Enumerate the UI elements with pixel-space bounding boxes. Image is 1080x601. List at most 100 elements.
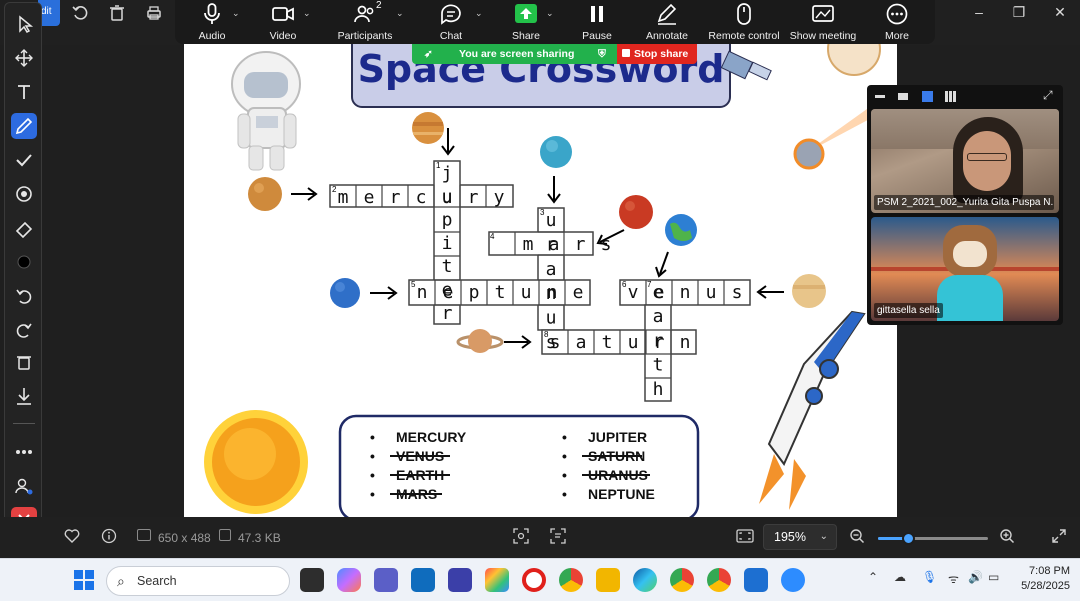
- redo-icon[interactable]: [11, 317, 37, 343]
- planet-uranus: [540, 136, 572, 168]
- chrome-icon[interactable]: [559, 568, 583, 592]
- app-launcher-icon[interactable]: [448, 568, 472, 592]
- clock-time: 7:08 PM: [1029, 565, 1070, 577]
- wifi-icon[interactable]: ᯤ: [948, 570, 964, 586]
- spotlight-icon[interactable]: [11, 181, 37, 207]
- chrome-profile-y-icon[interactable]: [670, 568, 694, 592]
- toolbar-divider: [13, 423, 35, 424]
- favorite-icon[interactable]: [64, 528, 80, 547]
- volume-icon[interactable]: 🔊: [968, 570, 984, 586]
- participants-caret-icon[interactable]: ⌄: [396, 8, 404, 18]
- participant-tile-1[interactable]: PSM 2_2021_002_Yurita Gita Puspa N...: [871, 109, 1059, 213]
- search-icon: ⌕: [117, 573, 125, 589]
- battery-icon[interactable]: ▭: [988, 570, 1004, 586]
- fit-to-window-icon[interactable]: [736, 528, 754, 547]
- speaker-view-icon[interactable]: [898, 93, 908, 100]
- close-window-button[interactable]: ✕: [1045, 4, 1075, 20]
- windows-icon: [74, 570, 94, 590]
- rotate-icon[interactable]: [70, 3, 90, 23]
- mouse-pointer-icon[interactable]: [11, 11, 37, 37]
- zoom-app-icon[interactable]: [781, 568, 805, 592]
- minimize-video-icon[interactable]: [875, 95, 885, 98]
- video-caret-icon[interactable]: ⌄: [303, 8, 311, 18]
- participant-tile-2[interactable]: gittasella sella: [871, 217, 1059, 321]
- audio-button[interactable]: Audio: [192, 0, 232, 44]
- text-tool-icon[interactable]: [11, 79, 37, 105]
- clear-icon[interactable]: [11, 349, 37, 375]
- text-scan-icon[interactable]: [550, 528, 566, 547]
- show-meeting-button[interactable]: Show meeting: [787, 0, 859, 44]
- stop-share-label: Stop share: [634, 48, 689, 60]
- info-icon[interactable]: [101, 528, 117, 547]
- mouse-icon: [737, 3, 751, 25]
- sun-illustration: [204, 410, 308, 514]
- more-options-icon[interactable]: [11, 439, 37, 465]
- taskbar-clock[interactable]: 7:08 PM 5/28/2025: [1010, 564, 1070, 594]
- cloud-icon[interactable]: ☁: [894, 570, 910, 586]
- zoom-in-icon[interactable]: [999, 528, 1015, 547]
- minimize-button[interactable]: –: [964, 4, 994, 20]
- clue-number-4: 4: [490, 232, 495, 241]
- photos-icon[interactable]: [744, 568, 768, 592]
- zoom-slider-thumb[interactable]: [901, 532, 915, 545]
- pause-label: Pause: [582, 30, 612, 42]
- strip-view-icon[interactable]: [922, 91, 933, 102]
- scan-icon[interactable]: [513, 528, 529, 547]
- edge-icon[interactable]: [633, 568, 657, 592]
- maximize-button[interactable]: ❐: [1004, 4, 1034, 20]
- more-button[interactable]: More: [877, 0, 917, 44]
- chrome-profile-k-icon[interactable]: [707, 568, 731, 592]
- file-size: 47.3 KB: [238, 531, 281, 545]
- svg-text:•: •: [370, 448, 375, 464]
- audio-caret-icon[interactable]: ⌄: [232, 8, 240, 18]
- planet-mercury: [248, 177, 282, 211]
- print-icon[interactable]: [144, 3, 164, 23]
- planet-saturn: [456, 329, 504, 353]
- video-panel: ⤢ PSM 2_2021_002_Yurita Gita Puspa N... …: [867, 85, 1063, 325]
- eraser-icon[interactable]: [11, 215, 37, 241]
- pause-button[interactable]: Pause: [577, 0, 617, 44]
- store-icon[interactable]: [485, 568, 509, 592]
- annotator-names-icon[interactable]: [11, 473, 37, 499]
- task-view-icon[interactable]: [300, 568, 324, 592]
- stamp-check-icon[interactable]: [11, 147, 37, 173]
- video-panel-header: ⤢: [867, 85, 1063, 107]
- rocket-badge-icon: ➶: [424, 48, 433, 60]
- microphone-tray-icon[interactable]: 🎙: [922, 570, 938, 586]
- participant-1-face: [963, 131, 1011, 191]
- share-caret-icon[interactable]: ⌄: [546, 8, 554, 18]
- outlook-icon[interactable]: [411, 568, 435, 592]
- planet-earth: [665, 214, 697, 246]
- color-picker-icon[interactable]: [11, 249, 37, 275]
- tray-overflow-icon[interactable]: ⌃: [868, 570, 884, 586]
- undo-icon[interactable]: [11, 283, 37, 309]
- zoom-level-dropdown[interactable]: 195% ⌄: [763, 524, 837, 550]
- opera-icon[interactable]: [522, 568, 546, 592]
- annotate-button[interactable]: Annotate: [641, 0, 693, 44]
- video-label: Video: [269, 30, 297, 42]
- chat-caret-icon[interactable]: ⌄: [475, 8, 483, 18]
- zoom-out-icon[interactable]: [849, 528, 865, 547]
- more-icon: [886, 3, 908, 25]
- fullscreen-icon[interactable]: [1051, 528, 1067, 547]
- share-button[interactable]: Share: [505, 0, 547, 44]
- annotation-toolbar: [4, 2, 42, 540]
- clue-number-5: 5: [411, 280, 416, 289]
- remote-control-button[interactable]: Remote control: [705, 0, 783, 44]
- expand-icon[interactable]: ⤢: [1043, 89, 1055, 101]
- draw-tool-icon[interactable]: [11, 113, 37, 139]
- gallery-view-icon[interactable]: [945, 91, 956, 102]
- zoom-slider[interactable]: [878, 532, 988, 545]
- participants-button[interactable]: 2 Participants: [335, 0, 395, 44]
- chat-button[interactable]: Chat: [431, 0, 471, 44]
- taskbar-search[interactable]: ⌕ Search: [106, 566, 290, 596]
- copilot-icon[interactable]: [337, 568, 361, 592]
- start-button[interactable]: [73, 569, 95, 591]
- delete-icon[interactable]: [107, 3, 127, 23]
- stop-share-button[interactable]: Stop share: [617, 44, 697, 64]
- save-icon[interactable]: [11, 383, 37, 409]
- teams-icon[interactable]: [374, 568, 398, 592]
- file-explorer-icon[interactable]: [596, 568, 620, 592]
- video-button[interactable]: Video: [263, 0, 303, 44]
- move-icon[interactable]: [11, 45, 37, 71]
